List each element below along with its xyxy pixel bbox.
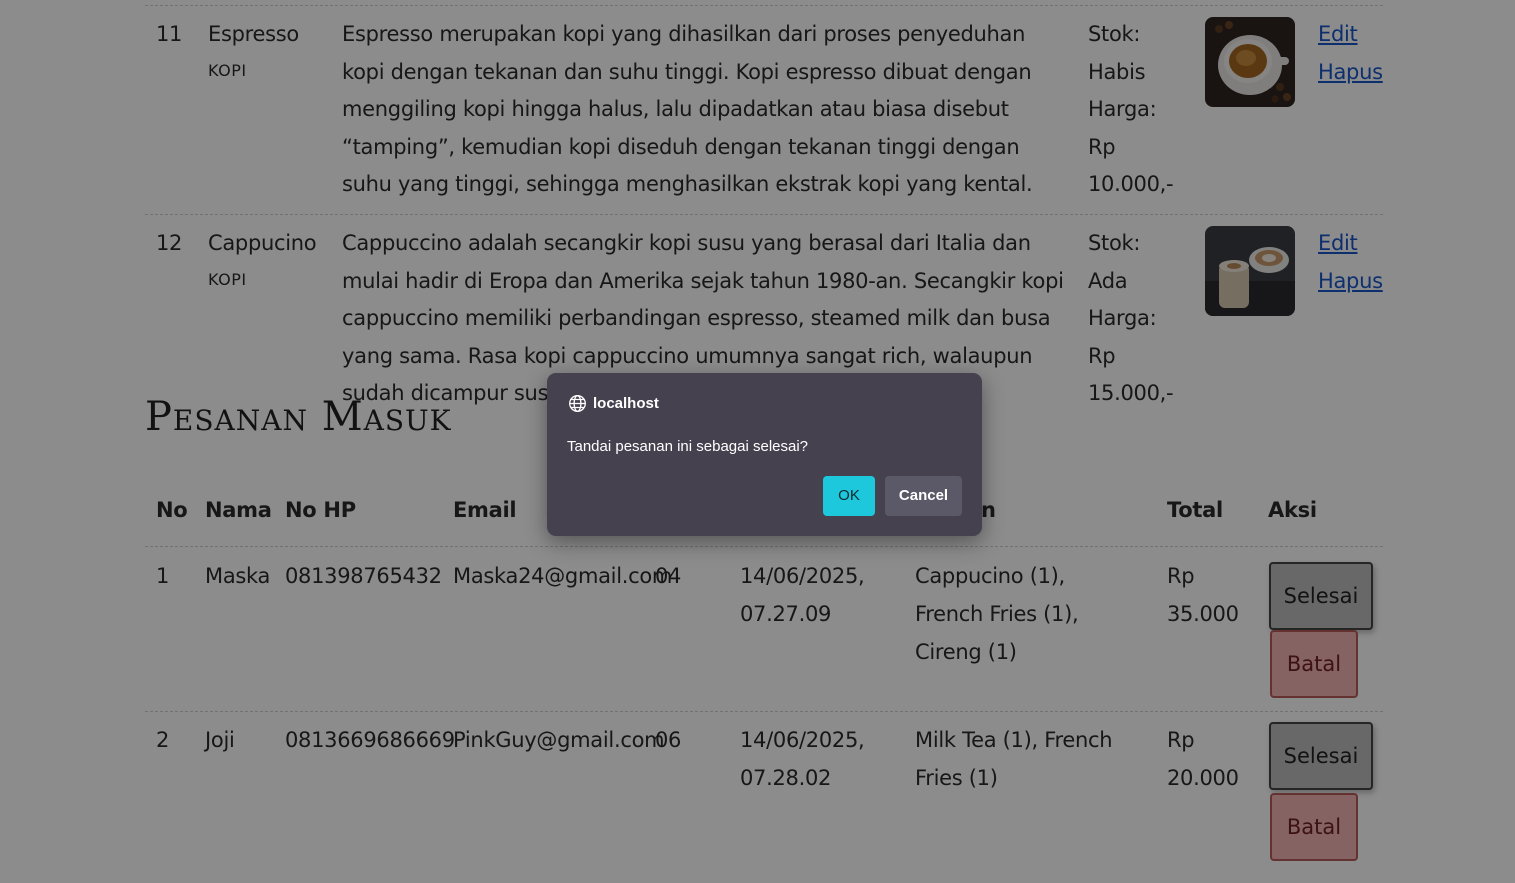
globe-icon bbox=[568, 394, 593, 413]
confirm-dialog: localhost Tandai pesanan ini sebagai sel… bbox=[547, 373, 982, 536]
dialog-message: Tandai pesanan ini sebagai selesai? bbox=[567, 438, 809, 455]
dialog-origin: localhost bbox=[568, 394, 659, 413]
admin-page: 11 Espresso KOPI Espresso merupakan kopi… bbox=[0, 0, 1515, 883]
dialog-origin-text: localhost bbox=[593, 395, 659, 412]
cancel-button[interactable]: Cancel bbox=[885, 476, 962, 516]
ok-button[interactable]: OK bbox=[823, 476, 875, 516]
